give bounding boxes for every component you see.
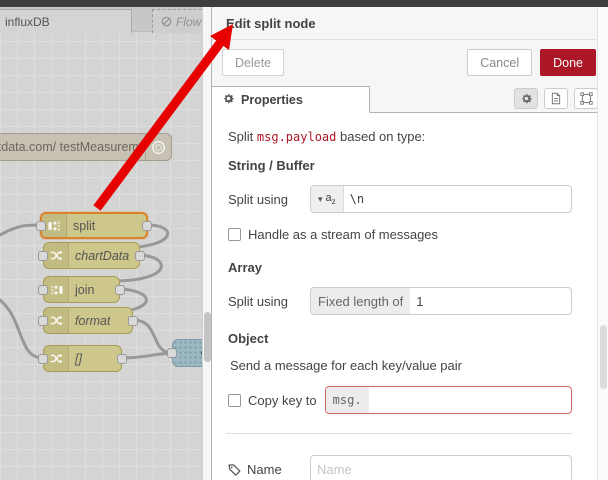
object-help-text: Send a message for each key/value pair <box>230 358 462 373</box>
disabled-flow-icon <box>161 16 172 27</box>
tab-properties[interactable]: Properties <box>212 86 370 113</box>
split-node-label: split <box>73 218 96 233</box>
join-node-label: join <box>75 282 95 297</box>
node-format[interactable]: format <box>38 307 138 334</box>
msg-payload-code: msg.payload <box>256 130 337 144</box>
string-split-field: ▾ az <box>310 185 572 213</box>
node-settings-button[interactable] <box>514 88 538 109</box>
format-input-port[interactable] <box>38 315 48 326</box>
brackets-node-label: [] <box>75 351 82 366</box>
chartdata-node-label: chartData <box>75 248 130 263</box>
gear-icon <box>521 94 532 104</box>
brackets-input-port[interactable] <box>38 353 48 364</box>
copy-key-label: Copy key to <box>248 392 317 408</box>
influxdb-node-label: xdata.com/ testMeasurement <box>0 140 145 154</box>
section-object: Object <box>228 331 269 346</box>
split-input-port[interactable] <box>36 220 46 231</box>
copy-key-checkbox[interactable] <box>228 393 241 407</box>
tray-title: Edit split node <box>212 7 608 40</box>
name-label: Name <box>247 461 282 477</box>
editor-tabbar: Properties <box>212 86 608 113</box>
editor-tab-buttons <box>514 88 598 109</box>
app-header-bar <box>0 0 608 7</box>
msg-prefix: msg. <box>325 387 369 413</box>
tray-scrollbar[interactable] <box>597 7 608 480</box>
node-brackets[interactable]: [] <box>38 345 127 372</box>
flow-tab-label: Flow <box>176 14 202 29</box>
form-divider <box>226 433 572 434</box>
type-select-button[interactable]: ▾ az <box>311 186 344 212</box>
flow-tab-influxdb[interactable]: influxDB <box>0 9 132 33</box>
edit-node-tray: Edit split node Delete Cancel Done Prope… <box>211 7 608 480</box>
flow-tab-disabled[interactable]: Flow <box>152 9 202 33</box>
done-button[interactable]: Done <box>540 49 596 76</box>
node-join[interactable]: join <box>38 276 125 303</box>
join-output-port[interactable] <box>115 284 125 295</box>
properties-tab-label: Properties <box>241 92 303 107</box>
cancel-button[interactable]: Cancel <box>467 49 533 76</box>
delete-button[interactable]: Delete <box>222 49 285 76</box>
tray-scrollbar-thumb[interactable] <box>600 325 607 389</box>
canvas-scrollbar-thumb[interactable] <box>204 312 211 362</box>
split-using-label: Split using <box>228 293 288 309</box>
properties-form: Split msg.payload based on type: String … <box>212 113 608 480</box>
array-split-field: Fixed length of <box>310 287 572 315</box>
canvas-vertical-scrollbar[interactable] <box>202 7 211 480</box>
node-description-button[interactable] <box>544 88 568 109</box>
name-input[interactable] <box>311 456 571 480</box>
name-field <box>310 455 572 480</box>
flow-tab-label: influxDB <box>5 14 50 29</box>
stream-checkbox-label: Handle as a stream of messages <box>248 227 439 242</box>
split-using-label: Split using <box>228 191 288 207</box>
format-node-label: format <box>75 313 111 328</box>
node-red-editor: xdata.com/ testMeasurement split chartDa… <box>0 0 608 480</box>
string-type-icon: az <box>325 191 336 207</box>
chartdata-output-port[interactable] <box>135 250 145 261</box>
flow-tabbar: influxDB Flow <box>0 7 202 33</box>
tray-header: Edit split node Delete Cancel Done <box>212 7 608 86</box>
tray-toolbar: Delete Cancel Done <box>212 40 608 86</box>
node-appearance-button[interactable] <box>574 88 598 109</box>
chart-input-port[interactable] <box>167 348 177 358</box>
chartdata-input-port[interactable] <box>38 250 48 261</box>
gear-icon <box>222 92 235 108</box>
chevron-down-icon: ▾ <box>318 193 323 204</box>
node-chart[interactable]: c <box>167 339 202 367</box>
copy-key-field: msg. <box>324 386 572 414</box>
section-array: Array <box>228 260 262 275</box>
node-influxdb[interactable]: xdata.com/ testMeasurement <box>0 133 172 161</box>
copy-key-input[interactable] <box>368 387 571 413</box>
array-length-input[interactable] <box>410 288 571 314</box>
document-icon <box>551 92 561 105</box>
fixed-length-prefix: Fixed length of <box>311 288 411 314</box>
join-input-port[interactable] <box>38 284 48 295</box>
node-split[interactable]: split <box>36 212 152 239</box>
stream-checkbox[interactable] <box>228 228 241 241</box>
section-string-buffer: String / Buffer <box>228 158 315 173</box>
influxdb-logo-icon <box>145 134 171 160</box>
format-output-port[interactable] <box>128 315 138 326</box>
string-split-input[interactable] <box>343 186 571 212</box>
split-output-port[interactable] <box>142 220 152 231</box>
appearance-frame-icon <box>579 92 593 105</box>
node-chartdata[interactable]: chartData <box>38 242 145 269</box>
flow-canvas[interactable]: xdata.com/ testMeasurement split chartDa… <box>0 7 202 480</box>
tag-icon <box>228 463 241 476</box>
intro-text: Split msg.payload based on type: <box>228 129 426 144</box>
brackets-output-port[interactable] <box>117 353 127 364</box>
